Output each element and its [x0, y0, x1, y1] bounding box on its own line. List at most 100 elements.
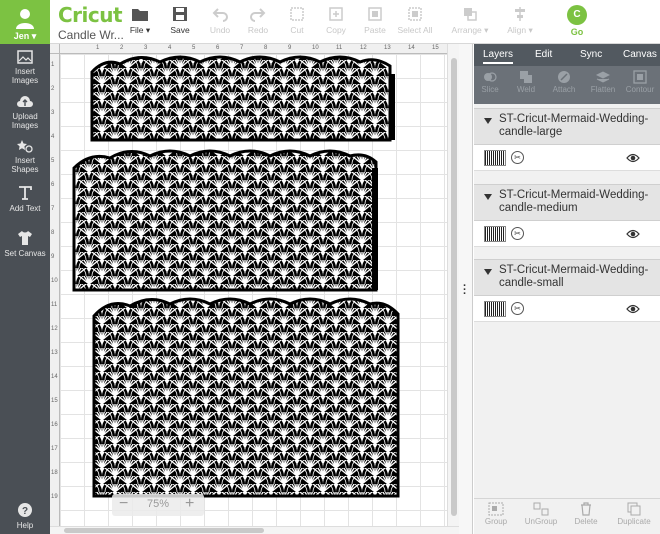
weld-icon [520, 71, 532, 83]
go-icon: C [567, 5, 587, 25]
slice-button[interactable]: Slice [472, 70, 508, 94]
attach-button[interactable]: Attach [546, 70, 582, 94]
layer-row[interactable]: ✂ [474, 145, 660, 171]
select-all-button[interactable]: Select All [393, 4, 437, 40]
canvas-vertical-scrollbar[interactable] [447, 44, 459, 528]
group-label: Group [484, 517, 508, 526]
paste-button[interactable]: Paste [355, 4, 395, 40]
layer-group-header[interactable]: ST-Cricut-Mermaid-Wedding-candle-small [474, 259, 660, 296]
contour-icon [633, 70, 647, 84]
align-icon [515, 7, 525, 21]
undo-icon [212, 8, 228, 22]
copy-label: Copy [326, 25, 346, 35]
layer-group-name: ST-Cricut-Mermaid-Wedding-candle-large [499, 113, 649, 138]
layer-group-header[interactable]: ST-Cricut-Mermaid-Wedding-candle-medium [474, 184, 660, 221]
canvas-horizontal-scrollbar[interactable] [50, 526, 460, 534]
insert-shapes-button[interactable]: Insert Shapes [0, 139, 50, 174]
layer-group-medium: ST-Cricut-Mermaid-Wedding-candle-medium … [474, 184, 660, 247]
help-label: Help [16, 521, 34, 530]
select-all-icon [408, 7, 422, 21]
flatten-icon [596, 71, 610, 83]
layers-panel: Layers Edit Sync Canvas Slice Weld Attac… [474, 44, 660, 534]
design-canvas[interactable]: 12345678910111213141516 1234567891011121… [50, 44, 460, 534]
cut-icon [290, 7, 304, 21]
cricut-logo: Cricut [58, 3, 123, 27]
go-label: Go [570, 27, 584, 37]
group-icon [488, 502, 504, 516]
duplicate-button[interactable]: Duplicate [611, 502, 657, 526]
attach-icon [558, 71, 570, 83]
layer-thumbnail [484, 150, 506, 166]
layer-group-header[interactable]: ST-Cricut-Mermaid-Wedding-candle-large [474, 108, 660, 145]
top-toolbar: Jen ▾ Cricut Candle Wr... File ▾ Save Un… [0, 0, 660, 44]
tab-canvas[interactable]: Canvas [623, 49, 657, 60]
user-avatar-icon [16, 9, 34, 29]
duplicate-icon [627, 502, 641, 516]
tab-sync[interactable]: Sync [580, 49, 602, 60]
contour-button[interactable]: Contour [622, 70, 658, 94]
zoom-out-button[interactable]: − [119, 495, 128, 513]
insert-images-label-1: Insert [14, 67, 35, 76]
zoom-control: − 75% + [112, 494, 204, 516]
upload-images-button[interactable]: Upload Images [0, 95, 50, 130]
panel-resize-handle[interactable]: · · · [459, 44, 473, 534]
delete-label: Delete [574, 517, 598, 526]
eye-icon[interactable] [626, 304, 640, 314]
delete-button[interactable]: Delete [566, 502, 606, 526]
redo-icon [250, 8, 266, 22]
file-menu-button[interactable]: File ▾ [120, 4, 160, 40]
layer-row[interactable]: ✂ [474, 296, 660, 322]
layer-row[interactable]: ✂ [474, 221, 660, 247]
layer-group-large: ST-Cricut-Mermaid-Wedding-candle-large ✂ [474, 108, 660, 171]
project-title[interactable]: Candle Wr... [58, 28, 124, 42]
add-text-button[interactable]: Add Text [0, 185, 50, 213]
layer-bottom-tools: Group UnGroup Delete Duplicate [474, 498, 660, 534]
text-icon [19, 186, 32, 200]
redo-label: Redo [247, 25, 269, 35]
collapse-triangle-icon[interactable] [484, 194, 492, 200]
tab-layers[interactable]: Layers [483, 49, 514, 64]
undo-label: Undo [209, 25, 231, 35]
user-menu[interactable]: Jen ▾ [0, 0, 50, 44]
eye-icon[interactable] [626, 153, 640, 163]
cut-button[interactable]: Cut [277, 4, 317, 40]
weld-label: Weld [516, 85, 536, 94]
help-button[interactable]: ? Help [0, 502, 50, 530]
copy-button[interactable]: Copy [316, 4, 356, 40]
duplicate-label: Duplicate [617, 517, 651, 526]
weld-button[interactable]: Weld [508, 70, 544, 94]
copy-icon [329, 7, 343, 21]
redo-button[interactable]: Redo [238, 4, 278, 40]
ungroup-icon [533, 502, 549, 516]
arrange-menu-button[interactable]: Arrange ▾ [446, 4, 494, 40]
paste-label: Paste [364, 25, 386, 35]
flatten-button[interactable]: Flatten [585, 70, 621, 94]
flatten-label: Flatten [590, 85, 616, 94]
save-label: Save [170, 25, 190, 35]
eye-icon[interactable] [626, 229, 640, 239]
go-button[interactable]: C Go [563, 5, 591, 37]
horizontal-scroll-thumb[interactable] [64, 528, 264, 533]
align-menu-button[interactable]: Align ▾ [500, 4, 540, 40]
save-button[interactable]: Save [160, 4, 200, 40]
zoom-in-button[interactable]: + [185, 495, 194, 513]
ungroup-button[interactable]: UnGroup [521, 502, 561, 526]
slice-icon [484, 72, 497, 82]
ungroup-label: UnGroup [524, 517, 558, 526]
insert-images-button[interactable]: Insert Images [0, 50, 50, 85]
design-small[interactable] [92, 297, 400, 498]
select-all-label: Select All [397, 25, 433, 35]
shirt-icon [18, 231, 32, 245]
group-button[interactable]: Group [476, 502, 516, 526]
design-medium[interactable] [72, 149, 378, 292]
collapse-triangle-icon[interactable] [484, 118, 492, 124]
collapse-triangle-icon[interactable] [484, 269, 492, 275]
insert-images-label-2: Images [11, 76, 39, 85]
tab-edit[interactable]: Edit [535, 49, 552, 60]
add-text-label: Add Text [9, 204, 41, 213]
undo-button[interactable]: Undo [200, 4, 240, 40]
set-canvas-button[interactable]: Set Canvas [0, 230, 50, 258]
vertical-scroll-thumb[interactable] [451, 58, 457, 516]
upload-images-label-2: Images [11, 121, 39, 130]
design-large[interactable] [90, 55, 395, 142]
